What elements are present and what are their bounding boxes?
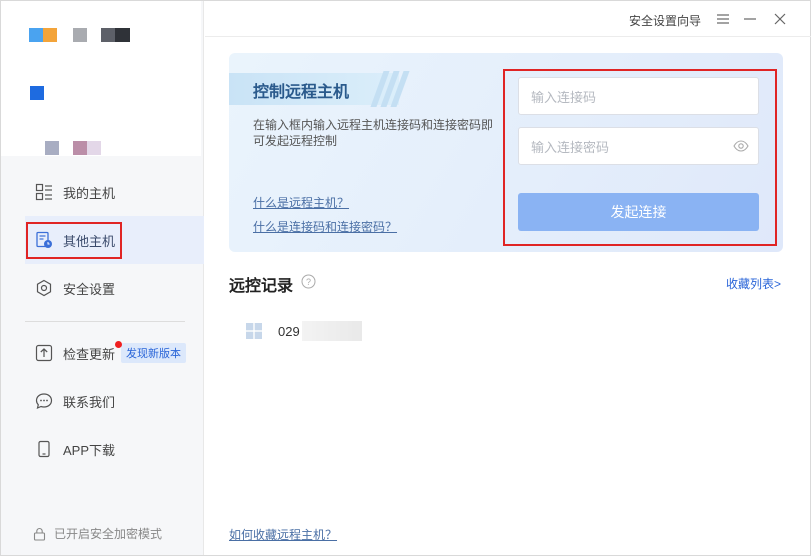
password-placeholder: 输入连接密码	[531, 139, 610, 155]
encryption-status: 已开启安全加密模式	[33, 525, 162, 542]
sidebar-item-label: 联系我们	[63, 394, 116, 410]
highlight-box	[26, 222, 122, 259]
upload-arrow-icon	[35, 344, 53, 362]
avatar-pixel	[87, 141, 101, 155]
card-title: 控制远程主机	[253, 84, 350, 101]
redacted-block	[301, 321, 362, 341]
connection-password-input[interactable]: 输入连接密码	[518, 127, 759, 165]
update-dot	[115, 341, 122, 348]
lock-icon	[33, 527, 46, 541]
what-is-code-link[interactable]: 什么是连接码和连接密码？	[253, 218, 397, 235]
avatar-pixel	[29, 28, 43, 42]
new-version-badge[interactable]: 发现新版本	[121, 343, 187, 363]
sidebar-item-label: 安全设置	[63, 281, 116, 297]
menu-icon[interactable]	[713, 9, 733, 29]
records-title: 远控记录	[229, 278, 294, 295]
connection-code-input[interactable]: 输入连接码	[518, 77, 759, 115]
svg-text:?: ?	[306, 277, 311, 287]
question-icon[interactable]: ?	[301, 274, 316, 294]
sidebar-header	[1, 1, 201, 156]
chat-bubble-icon	[35, 392, 53, 410]
sidebar-item-contact[interactable]: 联系我们	[25, 377, 204, 425]
avatar-pixel	[30, 86, 44, 100]
card-description: 在输入框内输入远程主机连接码和连接密码即可发起远程控制	[253, 118, 494, 148]
record-item[interactable]: 029	[246, 319, 362, 343]
grid-list-icon	[35, 183, 53, 201]
sidebar-item-my-hosts[interactable]: 我的主机	[25, 168, 204, 216]
title-bar: 安全设置向导	[205, 1, 811, 37]
sidebar: 我的主机 其他主机 安全设置 检查更新 发现新版本 联系我们 APP下载 已开启…	[1, 1, 204, 555]
avatar-pixel	[73, 141, 87, 155]
minimize-icon[interactable]	[740, 9, 760, 29]
sidebar-item-check-update[interactable]: 检查更新 发现新版本	[25, 329, 204, 377]
sidebar-item-label: 我的主机	[63, 185, 116, 201]
close-icon[interactable]	[770, 9, 790, 29]
sidebar-item-label: 检查更新	[63, 346, 116, 362]
phone-icon	[35, 440, 53, 458]
encryption-status-text: 已开启安全加密模式	[54, 527, 163, 541]
windows-icon	[246, 323, 262, 339]
eye-icon[interactable]	[733, 139, 749, 153]
sidebar-item-label: APP下载	[63, 442, 116, 458]
avatar-pixel	[101, 28, 115, 42]
avatar-pixel	[73, 28, 87, 42]
app-window: 我的主机 其他主机 安全设置 检查更新 发现新版本 联系我们 APP下载 已开启…	[0, 0, 811, 556]
what-is-remote-host-link[interactable]: 什么是远程主机？	[253, 194, 349, 211]
how-to-favorite-link[interactable]: 如何收藏远程主机？	[229, 526, 337, 543]
security-wizard-link[interactable]: 安全设置向导	[629, 12, 701, 29]
avatar-pixel	[115, 28, 130, 42]
sidebar-item-app-download[interactable]: APP下载	[25, 425, 204, 473]
avatar-pixel	[45, 141, 59, 155]
record-host-id: 029	[278, 323, 300, 339]
sidebar-item-security[interactable]: 安全设置	[25, 264, 204, 312]
favorites-list-link[interactable]: 收藏列表>	[726, 275, 781, 292]
sidebar-divider	[25, 321, 185, 322]
hexagon-shield-icon	[35, 279, 53, 297]
avatar-pixel	[43, 28, 57, 42]
connect-button[interactable]: 发起连接	[518, 193, 759, 231]
